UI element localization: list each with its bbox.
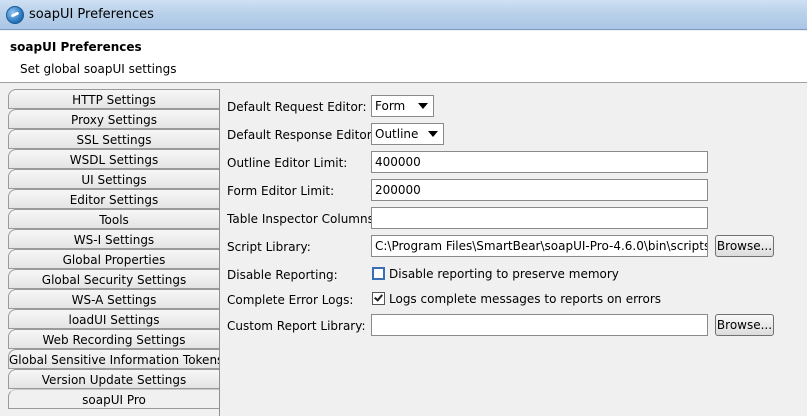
chevron-down-icon bbox=[418, 103, 428, 109]
tab-loadui-settings[interactable]: loadUI Settings bbox=[8, 309, 219, 329]
default-request-editor-label: Default Request Editor: bbox=[227, 100, 367, 114]
default-response-editor-label: Default Response Editor: bbox=[227, 128, 376, 142]
tab-ws-a-settings[interactable]: WS-A Settings bbox=[8, 289, 219, 309]
table-inspector-columns-input[interactable] bbox=[371, 207, 708, 229]
complete-error-logs-checkbox-label: Logs complete messages to reports on err… bbox=[389, 292, 662, 306]
script-library-label: Script Library: bbox=[227, 240, 311, 254]
custom-report-library-input[interactable] bbox=[371, 314, 708, 336]
script-library-browse-button[interactable]: Browse... bbox=[715, 235, 774, 257]
tab-ui-settings[interactable]: UI Settings bbox=[8, 169, 219, 189]
tab-soapui-pro[interactable]: soapUI Pro bbox=[8, 389, 219, 409]
header-title: soapUI Preferences bbox=[10, 40, 142, 54]
disable-reporting-checkbox-label: Disable reporting to preserve memory bbox=[389, 267, 619, 281]
settings-tab-list: HTTP Settings Proxy Settings SSL Setting… bbox=[8, 89, 220, 416]
tab-ssl-settings[interactable]: SSL Settings bbox=[8, 129, 219, 149]
tab-version-update-settings[interactable]: Version Update Settings bbox=[8, 369, 219, 389]
title-bar: soapUI Preferences bbox=[0, 0, 807, 30]
outline-editor-limit-input[interactable]: 400000 bbox=[371, 151, 708, 173]
disable-reporting-checkbox[interactable] bbox=[372, 267, 385, 280]
dialog-header: soapUI Preferences Set global soapUI set… bbox=[0, 31, 807, 83]
header-subtitle: Set global soapUI settings bbox=[20, 62, 177, 76]
tab-proxy-settings[interactable]: Proxy Settings bbox=[8, 109, 219, 129]
checkmark-icon bbox=[374, 292, 383, 302]
complete-error-logs-label: Complete Error Logs: bbox=[227, 293, 354, 307]
default-request-editor-value: Form bbox=[375, 99, 406, 113]
table-inspector-columns-label: Table Inspector Columns: bbox=[227, 212, 378, 226]
complete-error-logs-checkbox[interactable] bbox=[372, 292, 385, 305]
tab-http-settings[interactable]: HTTP Settings bbox=[8, 89, 219, 109]
custom-report-library-browse-button[interactable]: Browse... bbox=[715, 314, 774, 336]
disable-reporting-label: Disable Reporting: bbox=[227, 268, 338, 282]
tab-editor-settings[interactable]: Editor Settings bbox=[8, 189, 219, 209]
script-library-input[interactable]: C:\Program Files\SmartBear\soapUI-Pro-4.… bbox=[371, 235, 708, 257]
chevron-down-icon bbox=[428, 131, 438, 137]
tab-ws-i-settings[interactable]: WS-I Settings bbox=[8, 229, 219, 249]
window-title: soapUI Preferences bbox=[29, 7, 154, 22]
tab-web-recording-settings[interactable]: Web Recording Settings bbox=[8, 329, 219, 349]
tab-tools[interactable]: Tools bbox=[8, 209, 219, 229]
form-editor-limit-label: Form Editor Limit: bbox=[227, 184, 335, 198]
tab-global-sensitive-information-tokens[interactable]: Global Sensitive Information Tokens bbox=[8, 349, 219, 369]
default-response-editor-value: Outline bbox=[375, 127, 419, 141]
settings-form: Default Request Editor: Form Default Res… bbox=[222, 89, 807, 416]
tab-wsdl-settings[interactable]: WSDL Settings bbox=[8, 149, 219, 169]
default-response-editor-select[interactable]: Outline bbox=[371, 123, 444, 145]
default-request-editor-select[interactable]: Form bbox=[371, 95, 434, 117]
form-editor-limit-input[interactable]: 200000 bbox=[371, 179, 708, 201]
outline-editor-limit-label: Outline Editor Limit: bbox=[227, 156, 348, 170]
custom-report-library-label: Custom Report Library: bbox=[227, 319, 366, 333]
tab-global-security-settings[interactable]: Global Security Settings bbox=[8, 269, 219, 289]
soapui-logo-icon bbox=[6, 6, 24, 24]
tab-global-properties[interactable]: Global Properties bbox=[8, 249, 219, 269]
